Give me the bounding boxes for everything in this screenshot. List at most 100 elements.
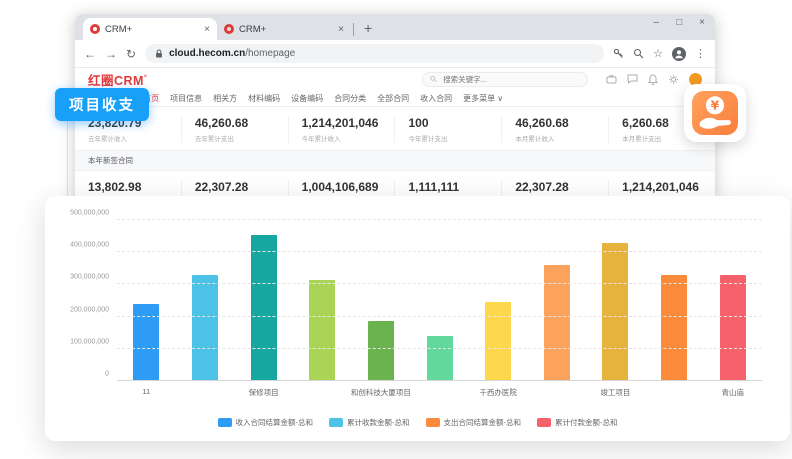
bar[interactable] [192,275,218,381]
url-path: /homepage [245,48,295,59]
zoom-icon[interactable] [633,48,644,59]
stat-value: 1,004,106,689 [302,180,382,194]
stat-value: 13,802.98 [88,180,168,194]
new-tab-button[interactable]: + [364,20,372,36]
nav-item[interactable]: 材料编码 [248,93,280,104]
back-icon[interactable]: ← [84,48,96,60]
crm-search-input[interactable] [441,74,580,85]
browser-tab-active[interactable]: CRM+ × [83,18,217,40]
bar[interactable] [661,275,687,381]
bar[interactable] [309,280,335,381]
y-axis-tick-label: 200,000,000 [70,306,109,313]
bars-container: 11保修项目和创科技大厦项目千西办医院竣工项目青山庙 [117,220,762,381]
stat-label: 去年累计收入 [88,133,168,143]
annotation-badge: 项目收支 [55,88,149,121]
stat-value: 100 [408,116,488,130]
legend-swatch [426,418,440,427]
key-icon[interactable] [613,48,624,59]
legend-item[interactable]: 支出合同结算金额-总和 [426,417,522,428]
gridline [117,348,762,349]
reload-icon[interactable]: ↻ [126,48,136,60]
briefcase-icon[interactable] [606,74,617,84]
legend-swatch [218,418,232,427]
stat-value: 22,307.28 [515,180,595,194]
search-icon [430,75,437,83]
bar[interactable] [602,243,628,381]
url-domain: cloud.hecom.cn [169,48,245,59]
tab-title: CRM+ [239,24,333,35]
legend-swatch [329,418,343,427]
x-axis-tick-label: 千西办医院 [479,387,517,398]
yen-hand-icon: ¥ [692,91,738,135]
bar-slot: 竣工项目 [586,220,645,381]
stat-value: 1,214,201,046 [302,116,382,130]
close-button[interactable]: × [699,17,705,28]
tab-close-icon[interactable]: × [338,24,344,35]
bar[interactable] [485,302,511,381]
bell-icon[interactable] [648,74,658,85]
nav-item[interactable]: 设备编码 [291,93,323,104]
legend-swatch [537,418,551,427]
money-icon-card: ¥ [684,84,746,142]
crm-nav-bar: ☰ 首页管理 首页 项目信息相关方材料编码设备编码合同分类全部合同收入合同 更多… [75,90,715,107]
stat-label: 今年累计收入 [302,133,382,143]
forward-icon[interactable]: → [105,48,117,60]
stat-value: 1,111,111 [408,180,488,194]
gridline [117,251,762,252]
stat-label: 今年累计支出 [408,133,488,143]
stat-card: 100 今年累计支出 [394,116,501,143]
legend-item[interactable]: 累计收款金额-总和 [329,417,410,428]
x-axis-tick-label: 青山庙 [721,387,744,398]
tab-separator [353,23,354,36]
nav-item[interactable]: 项目信息 [170,93,202,104]
tab-close-icon[interactable]: × [204,24,210,35]
gridline [117,283,762,284]
bar-slot: 和创科技大厦项目 [352,220,411,381]
crm-logo: 红圈CRM° [88,70,147,89]
stat-label: 本月累计收入 [515,133,595,143]
stat-value: 46,260.68 [515,116,595,130]
browser-tab-inactive[interactable]: CRM+ × [217,18,351,40]
crm-favicon-icon [90,24,100,34]
legend-item[interactable]: 收入合同结算金额-总和 [218,417,314,428]
gear-icon[interactable] [668,74,679,85]
lock-icon [155,49,163,58]
chart-legend: 收入合同结算金额-总和 累计收款金额-总和 支出合同结算金额-总和 累计付款金额-总和 [45,417,790,428]
bar-slot [176,220,235,381]
crm-search-box[interactable] [422,72,588,87]
stat-value: 22,307.28 [195,180,275,194]
bar-slot [410,220,469,381]
crm-header-icons [606,73,702,86]
maximize-button[interactable]: □ [676,17,682,28]
x-axis-tick-label: 11 [142,387,150,396]
nav-item[interactable]: 全部合同 [377,93,409,104]
nav-item[interactable]: 合同分类 [334,93,366,104]
chat-icon[interactable] [627,74,638,84]
nav-item[interactable]: 收入合同 [420,93,452,104]
bar[interactable] [251,235,277,382]
nav-more-menu[interactable]: 更多菜单 ∨ [463,93,503,104]
minimize-button[interactable]: – [654,17,660,28]
browser-window: CRM+ × CRM+ × + – □ × ← → ↻ cloud.hecom.… [75,14,715,200]
bar-slot [293,220,352,381]
browser-menu-icon[interactable]: ⋮ [695,47,706,60]
bar-slot: 11 [117,220,176,381]
x-axis-tick-label: 保修项目 [249,387,279,398]
gridline [117,316,762,317]
nav-item[interactable]: 相关方 [213,93,237,104]
bar-slot: 保修项目 [234,220,293,381]
bookmark-star-icon[interactable]: ☆ [653,47,663,60]
profile-avatar-icon[interactable] [672,47,686,61]
x-axis-tick-label: 和创科技大厦项目 [351,387,411,398]
browser-toolbar: ← → ↻ cloud.hecom.cn/homepage ☆ ⋮ [75,40,715,68]
legend-item[interactable]: 累计付款金额-总和 [537,417,618,428]
address-bar[interactable]: cloud.hecom.cn/homepage [145,44,604,63]
legend-label: 累计付款金额-总和 [555,417,618,428]
bar[interactable] [720,275,746,381]
x-axis-line [117,380,762,381]
y-axis-tick-label: 400,000,000 [70,242,109,249]
bar[interactable] [427,336,453,381]
bar[interactable] [368,321,394,381]
stat-card: 46,260.68 本月累计收入 [501,116,608,143]
stat-card: 46,260.68去年累计支出 [181,116,288,143]
